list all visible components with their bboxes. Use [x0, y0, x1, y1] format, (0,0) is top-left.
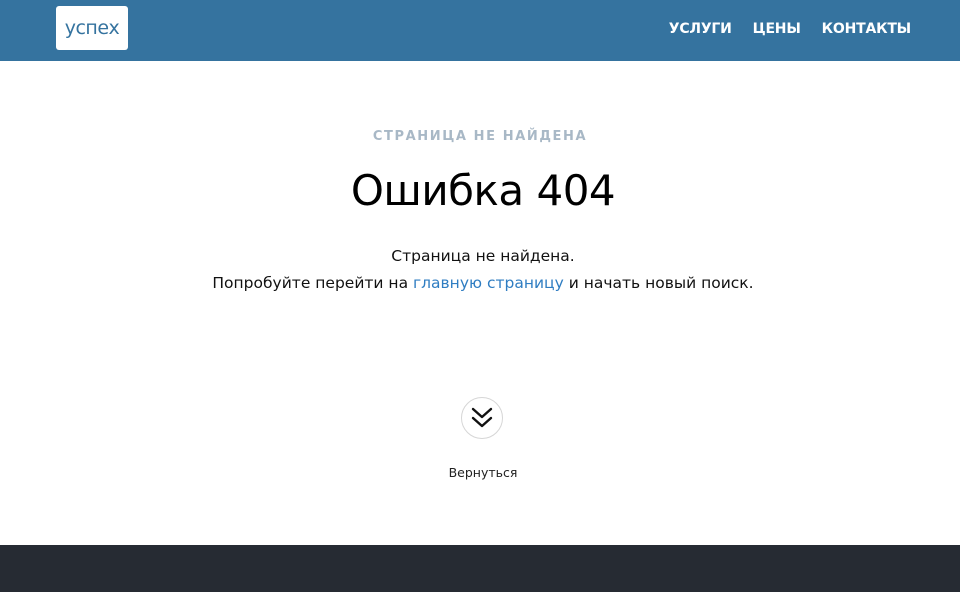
- message-line-2: Попробуйте перейти на главную страницу и…: [0, 270, 960, 297]
- home-link[interactable]: главную страницу: [413, 274, 564, 292]
- page-title: Ошибка 404: [350, 166, 616, 215]
- back-button[interactable]: [461, 397, 503, 439]
- message-line-1: Страница не найдена.: [391, 247, 575, 265]
- site-header: успех УСЛУГИ ЦЕНЫ КОНТАКТЫ: [0, 0, 960, 61]
- nav-item-contacts[interactable]: КОНТАКТЫ: [822, 21, 912, 37]
- main-nav: УСЛУГИ ЦЕНЫ КОНТАКТЫ: [669, 21, 911, 37]
- nav-item-prices[interactable]: ЦЕНЫ: [753, 21, 801, 37]
- message-line-2-after: и начать новый поиск.: [563, 274, 754, 292]
- error-message: Страница не найдена. Попробуйте перейти …: [0, 243, 960, 297]
- page-eyebrow: СТРАНИЦА НЕ НАЙДЕНА: [372, 129, 588, 144]
- message-line-2-before: Попробуйте перейти на: [212, 274, 413, 292]
- chevron-double-down-icon: [471, 407, 493, 428]
- logo[interactable]: успех: [56, 6, 128, 50]
- site-footer: [0, 545, 960, 592]
- back-label[interactable]: Вернуться: [0, 465, 960, 480]
- nav-item-services[interactable]: УСЛУГИ: [669, 21, 732, 37]
